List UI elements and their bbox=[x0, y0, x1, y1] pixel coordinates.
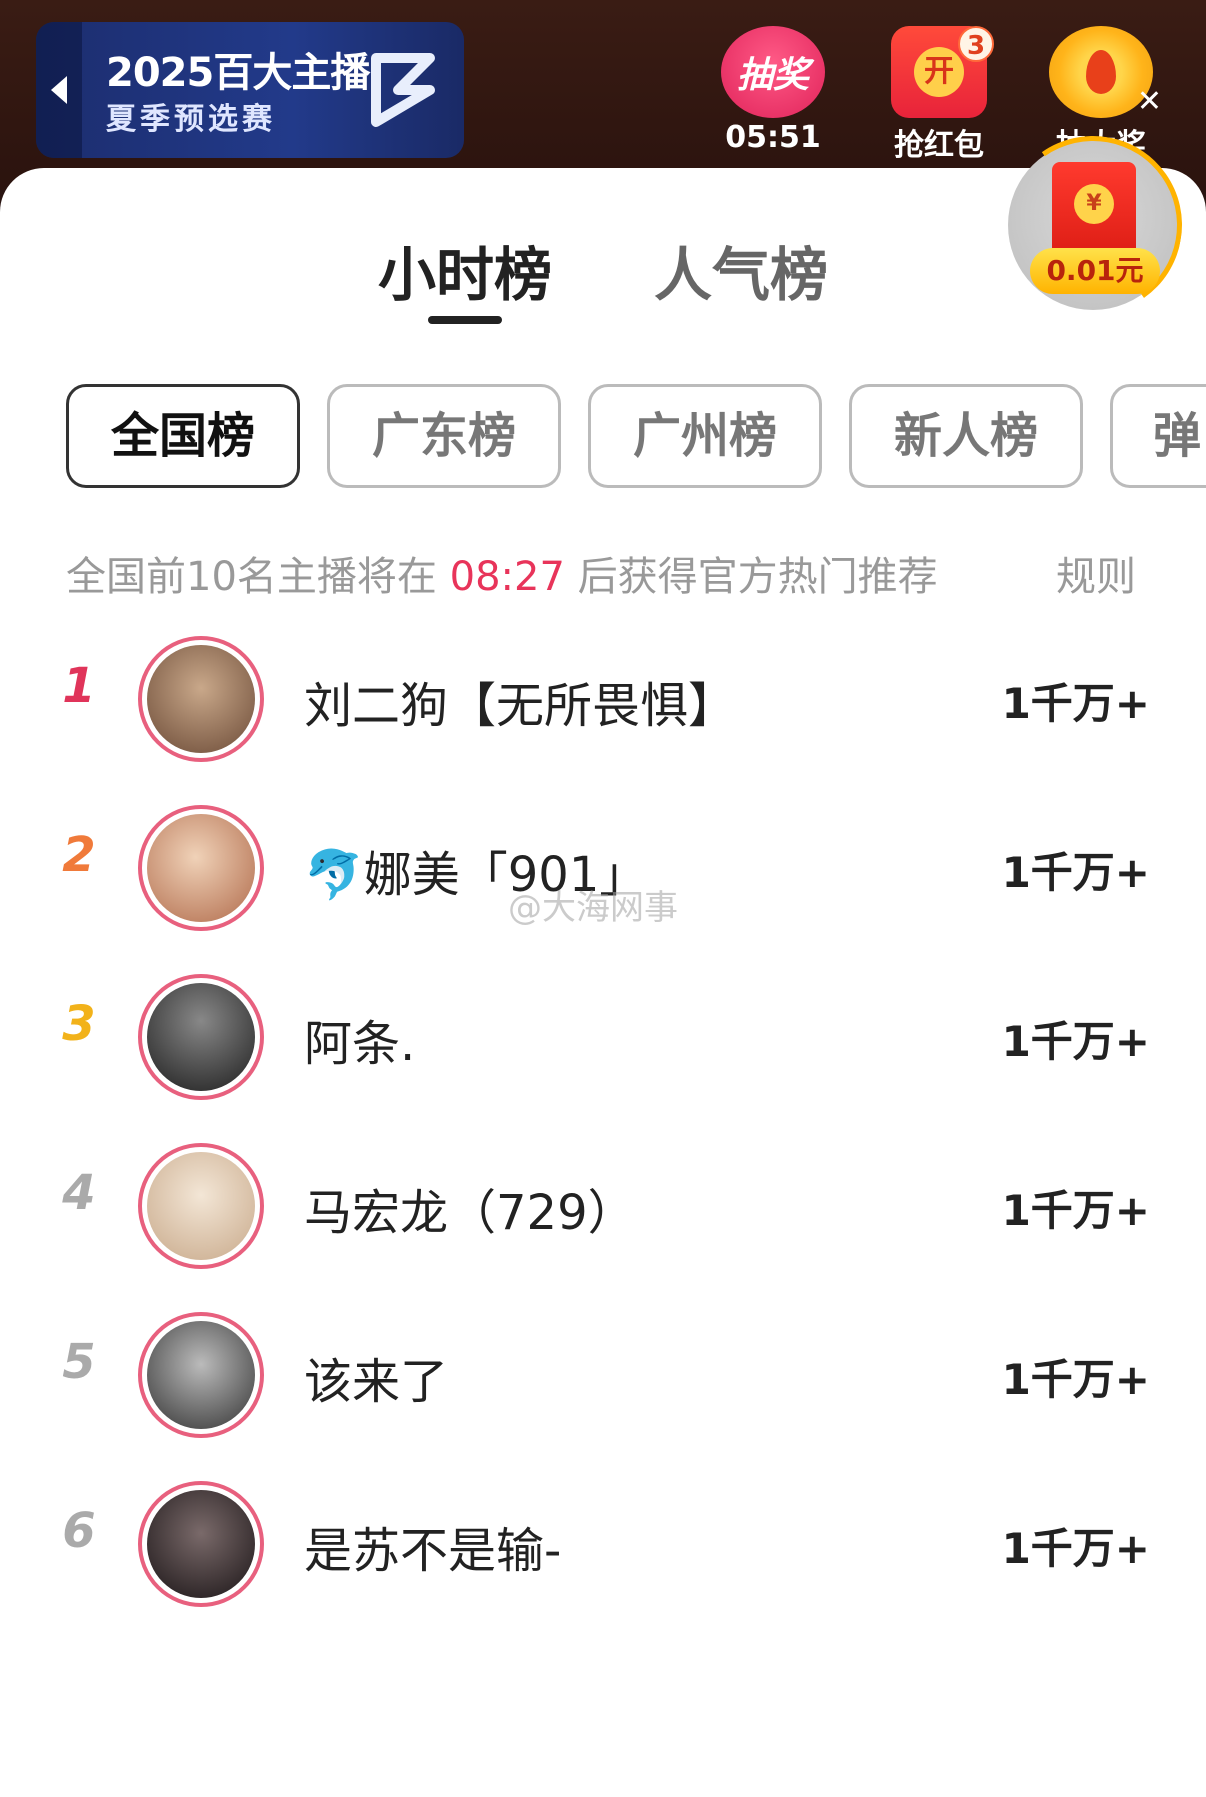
ranking-row[interactable]: 6 是苏不是输- 1千万+ bbox=[0, 1455, 1206, 1635]
rank-number: 3 bbox=[62, 996, 96, 1052]
back-arrow-icon[interactable] bbox=[36, 22, 82, 158]
score-value: 1千万+ bbox=[1001, 1017, 1150, 1066]
lottery-icon: 抽奖 bbox=[721, 26, 825, 118]
lottery-countdown: 05:51 bbox=[725, 120, 821, 155]
top-bar: 2025百大主播 夏季预选赛 抽奖 05:51 开 3 抢红包 抽大奖 ✕ bbox=[0, 0, 1206, 190]
filter-newcomer[interactable]: 新人榜 bbox=[849, 384, 1083, 488]
ranking-row[interactable]: 4 马宏龙（729） 1千万+ bbox=[0, 1117, 1206, 1297]
redpacket-count-badge: 3 bbox=[958, 26, 994, 62]
streamer-name[interactable]: 刘二狗【无所畏惧】 bbox=[304, 666, 736, 736]
ranking-row[interactable]: 3 阿条. 1千万+ bbox=[0, 948, 1206, 1128]
streamer-name[interactable]: 阿条. bbox=[304, 1004, 415, 1074]
filter-guangzhou[interactable]: 广州榜 bbox=[588, 384, 822, 488]
rank-number: 4 bbox=[62, 1165, 96, 1221]
rank-number: 1 bbox=[62, 658, 96, 714]
redpacket-amount: 0.01元 bbox=[1030, 248, 1160, 294]
score-value: 1千万+ bbox=[1001, 1186, 1150, 1235]
event-logo-icon bbox=[371, 53, 435, 127]
tab-hourly[interactable]: 小时榜 bbox=[378, 228, 552, 312]
ranking-panel: 小时榜 人气榜 全国榜 广东榜 广州榜 新人榜 弹 全国前10名主播将在 08:… bbox=[0, 168, 1206, 1797]
streamer-name[interactable]: 马宏龙（729） bbox=[304, 1173, 636, 1243]
score-value: 1千万+ bbox=[1001, 1355, 1150, 1404]
rank-number: 5 bbox=[62, 1334, 96, 1390]
ranking-row[interactable]: 2 🐬娜美「901」 1千万+ bbox=[0, 779, 1206, 959]
rank-number: 2 bbox=[62, 827, 96, 883]
rules-link[interactable]: 规则 bbox=[1056, 544, 1136, 602]
banner-title: 2025百大主播 bbox=[106, 50, 370, 96]
avatar[interactable] bbox=[138, 636, 264, 762]
streamer-name[interactable]: 是苏不是输- bbox=[304, 1511, 561, 1581]
grab-redpacket-label: 抢红包 bbox=[894, 128, 984, 163]
ranking-row[interactable]: 1 刘二狗【无所畏惧】 1千万+ bbox=[0, 610, 1206, 790]
avatar[interactable] bbox=[138, 1143, 264, 1269]
filter-guangdong[interactable]: 广东榜 bbox=[327, 384, 561, 488]
streamer-name[interactable]: 该来了 bbox=[304, 1342, 448, 1412]
region-filters: 全国榜 广东榜 广州榜 新人榜 弹 bbox=[0, 384, 1206, 488]
banner-subtitle: 夏季预选赛 bbox=[106, 102, 276, 137]
close-icon[interactable]: ✕ bbox=[1137, 84, 1162, 119]
score-value: 1千万+ bbox=[1001, 1524, 1150, 1573]
filter-more[interactable]: 弹 bbox=[1110, 384, 1206, 488]
grab-redpacket-button[interactable]: 开 3 抢红包 bbox=[884, 26, 994, 163]
countdown-time: 08:27 bbox=[449, 554, 565, 600]
score-value: 1千万+ bbox=[1001, 679, 1150, 728]
avatar[interactable] bbox=[138, 974, 264, 1100]
watermark: @大海网事 bbox=[508, 888, 678, 928]
avatar[interactable] bbox=[138, 1312, 264, 1438]
lottery-button[interactable]: 抽奖 05:51 bbox=[718, 26, 828, 156]
tab-underline bbox=[428, 316, 502, 324]
avatar[interactable] bbox=[138, 1481, 264, 1607]
rank-number: 6 bbox=[62, 1503, 96, 1559]
event-banner[interactable]: 2025百大主播 夏季预选赛 bbox=[36, 22, 464, 158]
score-value: 1千万+ bbox=[1001, 848, 1150, 897]
floating-redpacket[interactable]: ¥ 0.01元 bbox=[989, 121, 1197, 329]
avatar[interactable] bbox=[138, 805, 264, 931]
filter-national[interactable]: 全国榜 bbox=[66, 384, 300, 488]
ranking-row[interactable]: 5 该来了 1千万+ bbox=[0, 1286, 1206, 1466]
tab-popularity[interactable]: 人气榜 bbox=[654, 228, 828, 312]
recommendation-notice: 全国前10名主播将在 08:27 后获得官方热门推荐 bbox=[66, 554, 938, 600]
